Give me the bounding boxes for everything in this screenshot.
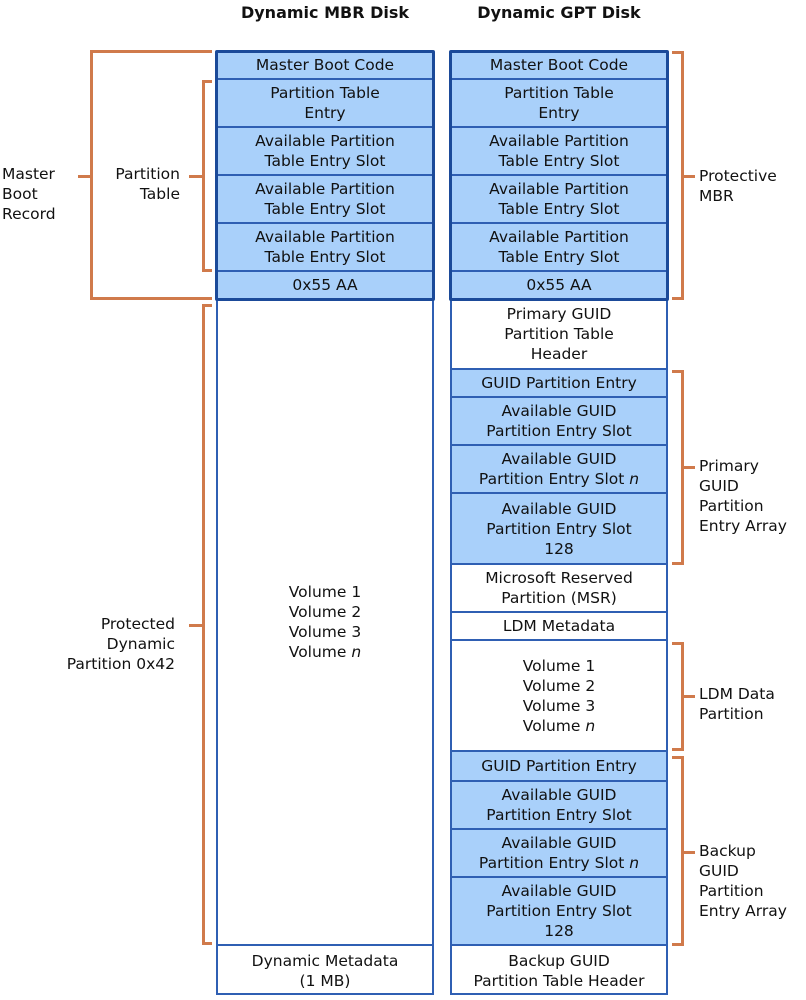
- label-master-boot-record: Master Boot Record: [2, 165, 56, 223]
- bracket-tick-protective-mbr: [683, 175, 695, 178]
- mbr-disk-column: Master Boot Code Partition Table Entry Avai…: [215, 50, 435, 996]
- mbr-mbr-block-outline: [215, 50, 435, 301]
- bracket-tick-protected-partition: [189, 624, 203, 627]
- bracket-tick-primary-guid-array: [683, 466, 695, 469]
- label-backup-guid-array: Backup GUID Partition Entry Array: [699, 842, 787, 920]
- mbr-disk-title: Dynamic MBR Disk: [240, 3, 410, 22]
- bracket-partition-table: [202, 80, 212, 272]
- label-protected-dynamic-partition: Protected Dynamic Partition 0x42: [66, 615, 175, 673]
- bracket-tick-ldm-data-partition: [683, 695, 695, 698]
- gpt-disk-title: Dynamic GPT Disk: [477, 3, 641, 22]
- label-primary-guid-array: Primary GUID Partition Entry Array: [699, 457, 787, 535]
- bracket-tick-master-boot-record: [78, 175, 92, 178]
- bracket-protected-partition: [202, 304, 212, 945]
- bracket-tick-partition-table: [189, 175, 203, 178]
- gpt-mbr-block-outline: [449, 50, 669, 301]
- gpt-disk-column: Master Boot Code Partition Table Entry Avai…: [449, 50, 669, 996]
- label-ldm-data-partition: LDM Data Partition: [699, 685, 775, 723]
- bracket-tick-backup-guid-array: [683, 851, 695, 854]
- label-protective-mbr: Protective MBR: [699, 167, 777, 205]
